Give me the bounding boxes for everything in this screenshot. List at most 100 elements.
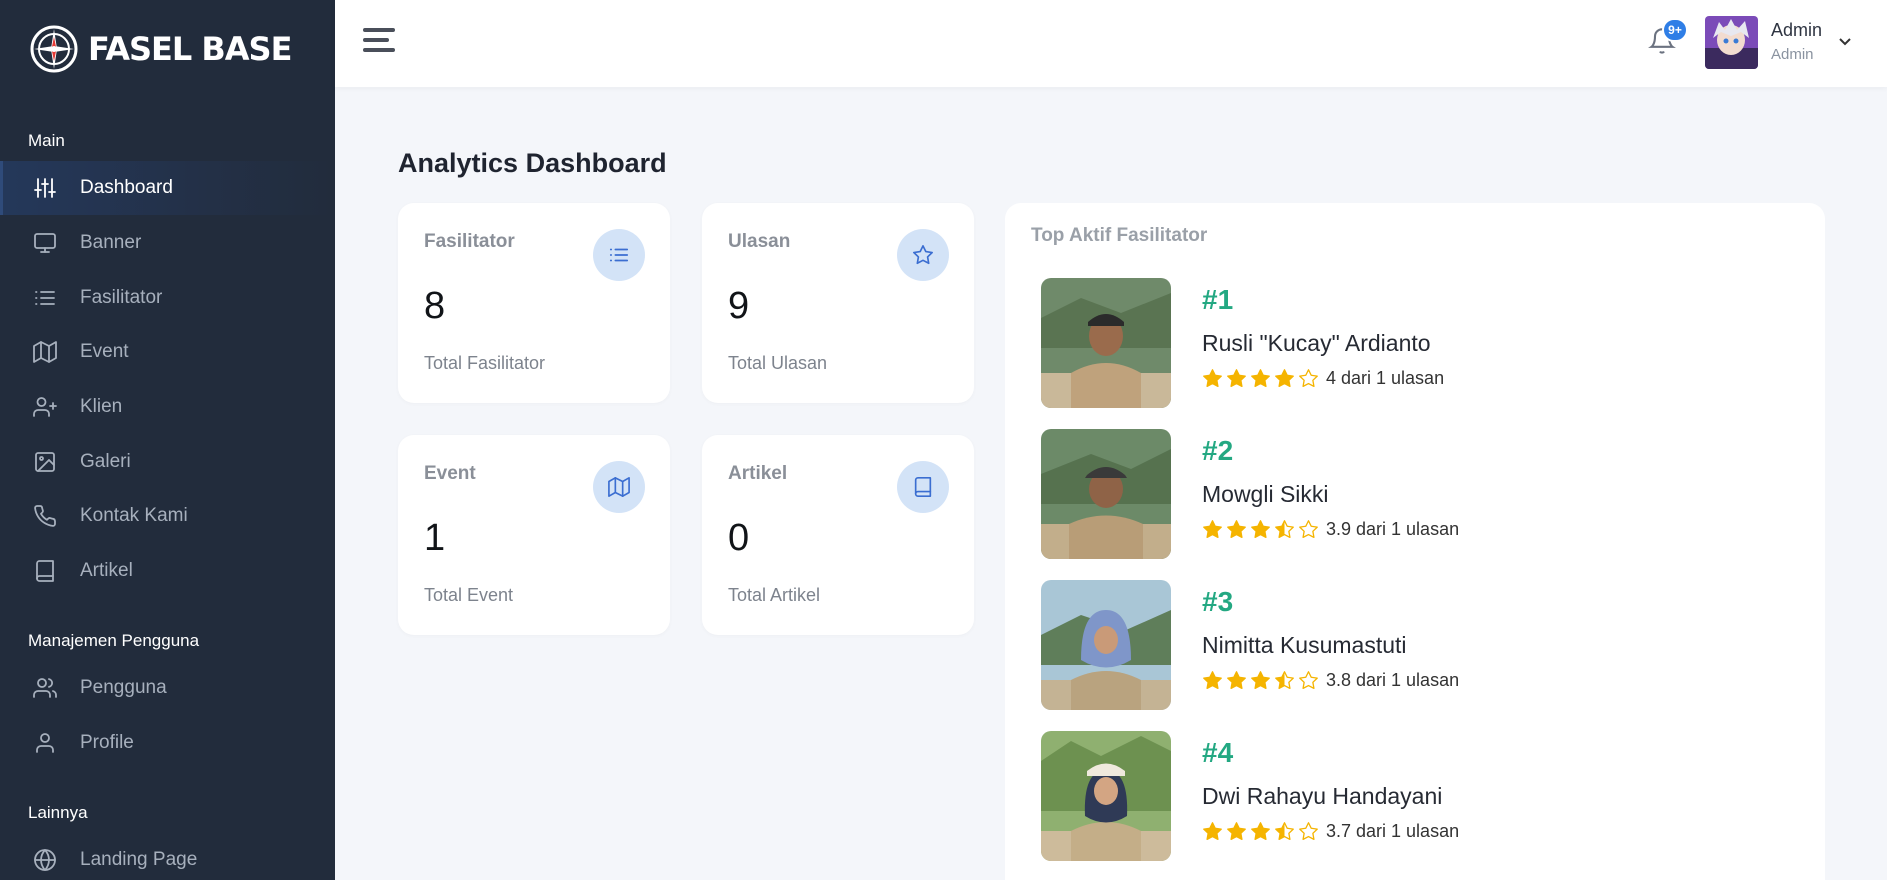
facilitator-rating: 3.9 dari 1 ulasan — [1202, 519, 1459, 540]
avatar[interactable] — [1705, 16, 1758, 69]
facilitator-rank: #2 — [1202, 435, 1234, 466]
sidebar-item-banner[interactable]: Banner — [0, 216, 335, 270]
star-half-icon — [1275, 822, 1294, 841]
star-empty-icon — [1299, 369, 1318, 388]
star-filled-icon — [1275, 369, 1294, 388]
phone-icon — [32, 503, 58, 529]
menu-toggle-icon[interactable] — [363, 28, 395, 56]
facilitator-item[interactable]: #1 Rusli "Kucay" Ardianto 4 dari 1 ulasa… — [1041, 278, 1741, 408]
compass-logo-icon — [30, 25, 78, 73]
sidebar-item-dashboard[interactable]: Dashboard — [0, 161, 335, 215]
sidebar-item-galeri[interactable]: Galeri — [0, 435, 335, 489]
panel-title: Top Aktif Fasilitator — [1031, 225, 1208, 246]
facilitator-item[interactable]: #3 Nimitta Kusumastuti 3.8 dari 1 ulasan — [1041, 580, 1741, 710]
section-label-main: Main — [28, 131, 65, 150]
sidebar-item-landing-page[interactable]: Landing Page — [0, 833, 335, 880]
rating-stars — [1202, 519, 1319, 540]
star-filled-icon — [1251, 520, 1270, 539]
stat-card-ulasan[interactable]: Ulasan 9 Total Ulasan — [702, 203, 974, 403]
rating-text: 3.9 dari 1 ulasan — [1326, 519, 1460, 539]
user-name[interactable]: Admin — [1771, 20, 1822, 41]
facilitator-item[interactable]: #4 Dwi Rahayu Handayani 3.7 dari 1 ulasa… — [1041, 731, 1741, 861]
sidebar-item-label: Profile — [80, 732, 134, 753]
sidebar-item-label: Galeri — [80, 451, 131, 472]
sidebar-item-label: Landing Page — [80, 849, 198, 870]
sidebar-item-event[interactable]: Event — [0, 325, 335, 379]
sidebar-item-label: Dashboard — [80, 177, 173, 198]
sidebar-item-label: Artikel — [80, 560, 133, 581]
map-icon — [32, 339, 58, 365]
brand[interactable]: FASEL BASE — [28, 22, 292, 76]
user-icon — [32, 730, 58, 756]
user-role: Admin — [1771, 46, 1814, 63]
monitor-icon — [32, 230, 58, 256]
rating-stars — [1202, 821, 1319, 842]
stat-subtitle: Total Fasilitator — [424, 353, 546, 373]
star-empty-icon — [1299, 671, 1318, 690]
rating-stars — [1202, 368, 1319, 389]
facilitator-rank: #1 — [1202, 284, 1234, 315]
star-filled-icon — [1227, 520, 1246, 539]
stat-label: Fasilitator — [424, 231, 515, 252]
brand-name: FASEL BASE — [88, 30, 292, 68]
star-half-icon — [1275, 520, 1294, 539]
star-filled-icon — [1203, 822, 1222, 841]
facilitator-name: Nimitta Kusumastuti — [1202, 632, 1407, 658]
stat-card-artikel[interactable]: Artikel 0 Total Artikel — [702, 435, 974, 635]
stat-label: Event — [424, 463, 476, 484]
section-label-manajemen-pengguna: Manajemen Pengguna — [28, 631, 200, 650]
star-empty-icon — [1299, 822, 1318, 841]
chevron-down-icon[interactable] — [1837, 36, 1853, 48]
sidebar-item-klien[interactable]: Klien — [0, 380, 335, 434]
globe-icon — [32, 847, 58, 873]
facilitator-name: Mowgli Sikki — [1202, 481, 1329, 507]
stat-value: 1 — [424, 517, 446, 559]
facilitator-rating: 3.7 dari 1 ulasan — [1202, 821, 1459, 842]
image-icon — [32, 449, 58, 475]
sidebar-item-label: Banner — [80, 232, 142, 253]
map-icon — [593, 461, 645, 513]
stat-value: 0 — [728, 517, 750, 559]
star-filled-icon — [1227, 671, 1246, 690]
facilitator-name: Dwi Rahayu Handayani — [1202, 783, 1443, 809]
facilitator-item[interactable]: #2 Mowgli Sikki 3.9 dari 1 ulasan — [1041, 429, 1741, 559]
sidebar-item-artikel[interactable]: Artikel — [0, 544, 335, 598]
stat-value: 8 — [424, 285, 446, 327]
facilitator-photo — [1041, 731, 1171, 861]
stat-subtitle: Total Artikel — [728, 585, 821, 605]
star-icon — [897, 229, 949, 281]
users-icon — [32, 675, 58, 701]
star-filled-icon — [1203, 369, 1222, 388]
user-plus-icon — [32, 394, 58, 420]
facilitator-rating: 4 dari 1 ulasan — [1202, 368, 1444, 389]
sidebar-item-fasilitator[interactable]: Fasilitator — [0, 271, 335, 325]
top-facilitators-panel: Top Aktif Fasilitator #1 Rusli "Kucay" A… — [1005, 203, 1825, 880]
sidebar-item-kontak-kami[interactable]: Kontak Kami — [0, 489, 335, 543]
sidebar-item-label: Pengguna — [80, 677, 167, 698]
star-filled-icon — [1203, 520, 1222, 539]
rating-text: 4 dari 1 ulasan — [1326, 368, 1445, 388]
stat-card-event[interactable]: Event 1 Total Event — [398, 435, 670, 635]
sidebar-item-label: Klien — [80, 396, 123, 417]
star-filled-icon — [1203, 671, 1222, 690]
facilitator-photo — [1041, 429, 1171, 559]
top-header: 9+ Admin Admin — [335, 0, 1887, 87]
facilitator-rating: 3.8 dari 1 ulasan — [1202, 670, 1459, 691]
sidebar-item-label: Fasilitator — [80, 287, 163, 308]
stat-label: Artikel — [728, 463, 788, 484]
stat-card-fasilitator[interactable]: Fasilitator 8 Total Fasilitator — [398, 203, 670, 403]
sidebar-item-profile[interactable]: Profile — [0, 716, 335, 770]
facilitator-rank: #3 — [1202, 586, 1234, 617]
book-icon — [32, 558, 58, 584]
list-icon — [593, 229, 645, 281]
star-filled-icon — [1251, 671, 1270, 690]
page-title: Analytics Dashboard — [398, 148, 667, 178]
rating-text: 3.8 dari 1 ulasan — [1326, 670, 1460, 690]
facilitator-rank: #4 — [1202, 737, 1234, 768]
star-filled-icon — [1227, 369, 1246, 388]
sidebar-item-pengguna[interactable]: Pengguna — [0, 661, 335, 715]
sidebar-item-label: Kontak Kami — [80, 505, 188, 526]
star-half-icon — [1275, 671, 1294, 690]
book-icon — [897, 461, 949, 513]
stat-label: Ulasan — [728, 231, 791, 252]
